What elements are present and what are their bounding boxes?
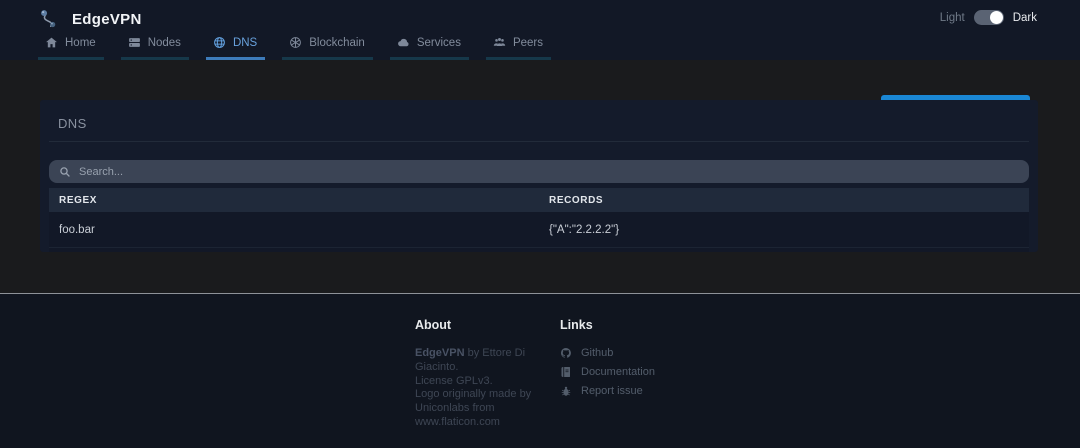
book-icon [560,366,572,378]
panel-divider [49,141,1029,142]
main-nav: Home Nodes DNS Blockchain Services [38,29,568,60]
theme-toggle-group: Light Dark [940,10,1037,25]
globe-icon [213,36,226,49]
home-icon [45,36,58,49]
bug-icon [560,385,572,397]
about-license: License GPLv3. [415,375,493,387]
about-logo-credit: Logo originally made by Uniconlabs from … [415,388,531,428]
github-icon [560,347,572,359]
nav-label: Nodes [148,37,181,49]
search-icon [59,166,71,178]
main-content: DNS Documentation DNS REGEX RECORDS foo.… [0,60,1080,293]
nodes-icon [128,36,141,49]
column-header-records: RECORDS [549,195,603,206]
links-heading: Links [560,318,655,332]
theme-toggle[interactable] [974,10,1004,25]
nav-label: Blockchain [309,37,365,49]
theme-dark-label: Dark [1013,12,1037,24]
about-heading: About [415,318,543,332]
table-row: foo.bar {"A":"2.2.2.2"} [49,212,1029,248]
toggle-knob [990,11,1003,24]
link-label: Report issue [581,385,643,397]
link-label: Github [581,347,613,359]
column-header-regex: REGEX [49,195,549,206]
cell-records: {"A":"2.2.2.2"} [549,224,619,236]
search-bar [49,160,1029,183]
nav-item-dns[interactable]: DNS [206,29,265,60]
nav-item-blockchain[interactable]: Blockchain [282,29,373,60]
panel-title: DNS [58,116,87,131]
link-report-issue[interactable]: Report issue [560,385,655,397]
table-header: REGEX RECORDS [49,188,1029,212]
link-documentation[interactable]: Documentation [560,366,655,378]
cell-regex: foo.bar [49,224,549,236]
app-header: EdgeVPN Light Dark Home Nodes DNS [0,0,1080,60]
theme-light-label: Light [940,12,965,24]
link-label: Documentation [581,366,655,378]
link-github[interactable]: Github [560,347,655,359]
table-body: foo.bar {"A":"2.2.2.2"} [49,212,1029,252]
about-text: EdgeVPN by Ettore Di Giacinto. License G… [415,347,543,430]
footer-about: About EdgeVPN by Ettore Di Giacinto. Lic… [415,318,543,430]
nav-label: Services [417,37,461,49]
nav-item-services[interactable]: Services [390,29,469,60]
footer: About EdgeVPN by Ettore Di Giacinto. Lic… [0,293,1080,448]
about-project-name: EdgeVPN [415,347,465,359]
nav-label: Home [65,37,96,49]
blockchain-icon [289,36,302,49]
nav-label: DNS [233,37,257,49]
search-input[interactable] [79,166,1019,178]
dns-panel: DNS REGEX RECORDS foo.bar {"A":"2.2.2.2"… [40,100,1038,252]
app-title: EdgeVPN [72,11,142,28]
nav-item-nodes[interactable]: Nodes [121,29,189,60]
nav-item-peers[interactable]: Peers [486,29,551,60]
users-icon [493,36,506,49]
footer-links: Links Github Documentation Report issue [560,318,655,404]
cloud-icon [397,36,410,49]
nav-label: Peers [513,37,543,49]
nav-item-home[interactable]: Home [38,29,104,60]
brand: EdgeVPN [38,8,142,31]
edgevpn-logo-icon [38,8,63,31]
